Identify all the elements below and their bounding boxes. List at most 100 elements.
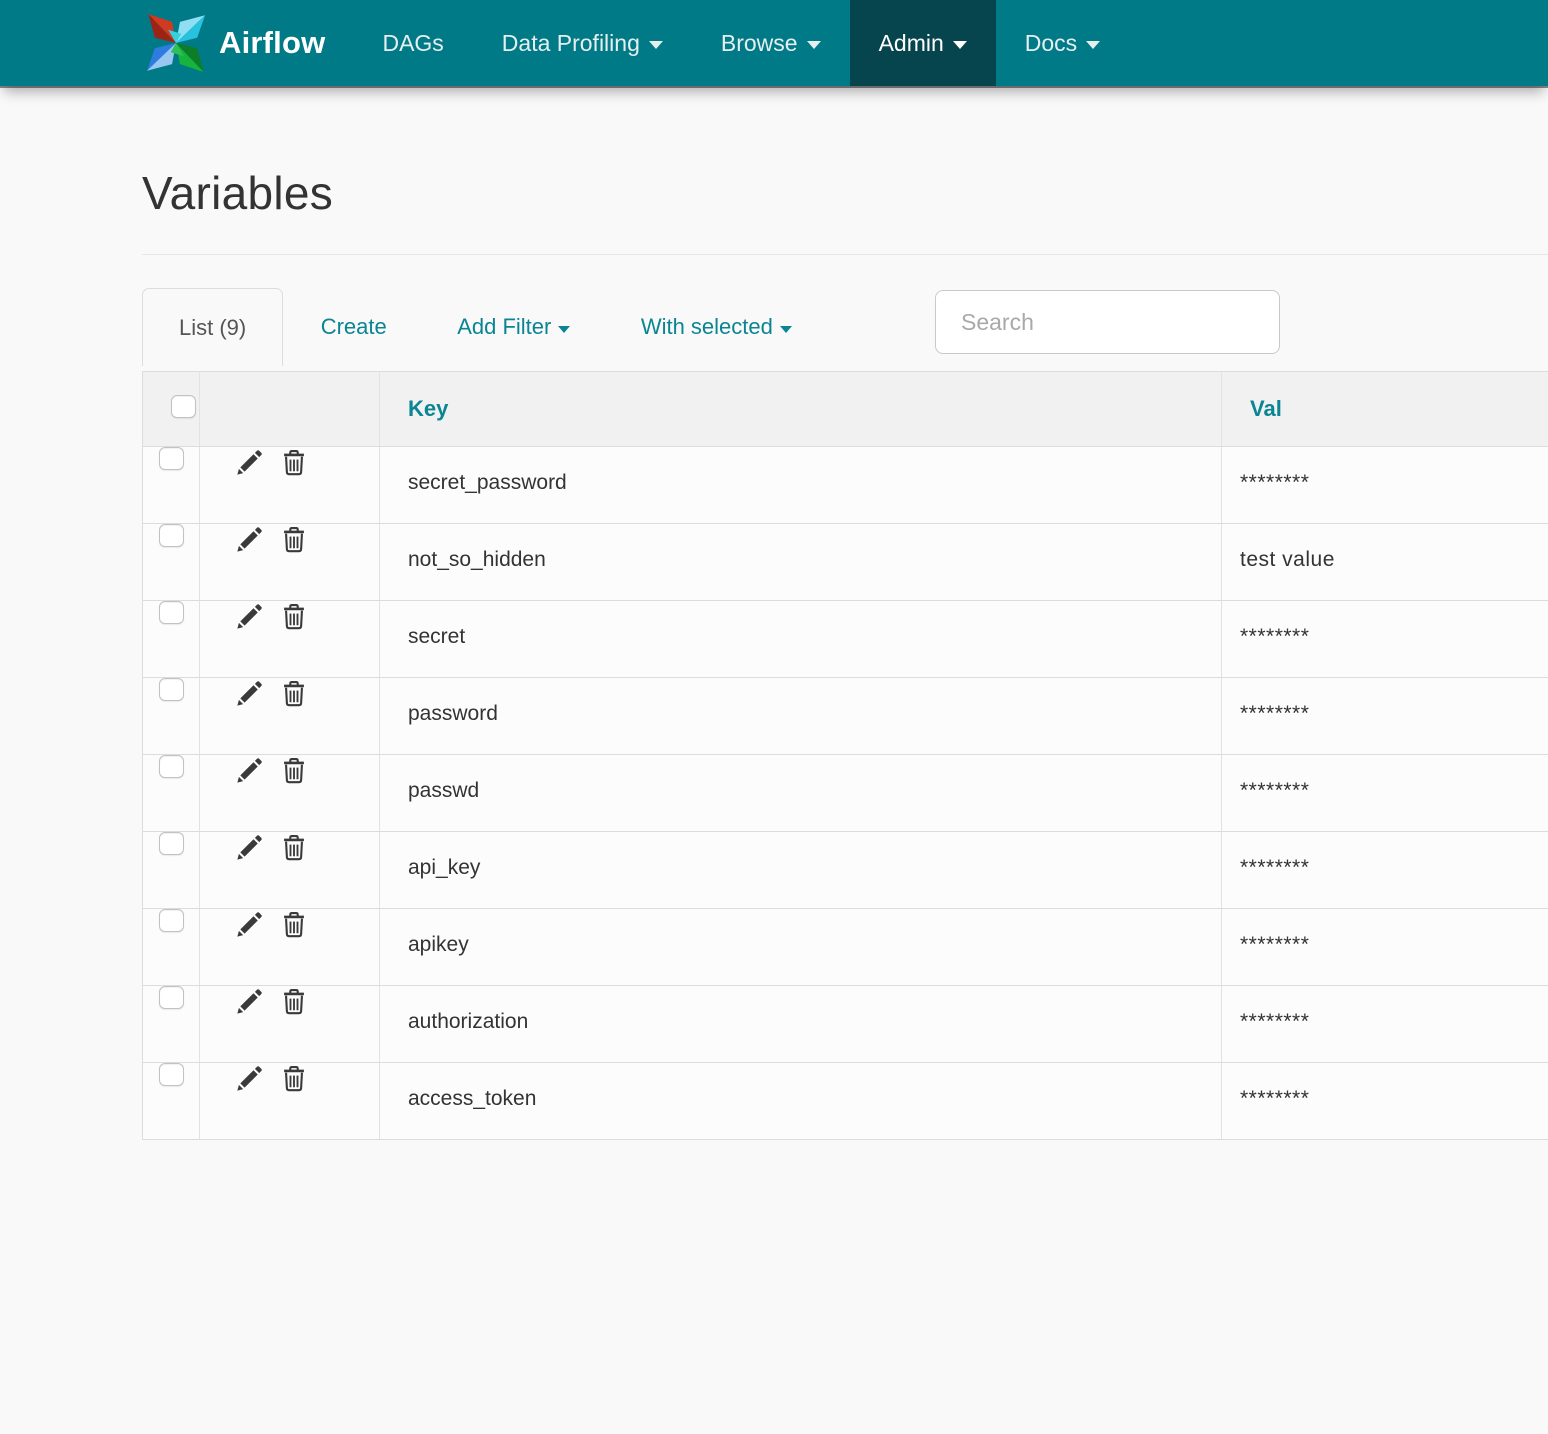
row-actions-cell: [200, 678, 380, 755]
chevron-down-icon: [558, 326, 570, 333]
edit-button[interactable]: [234, 447, 265, 478]
row-select-cell: [143, 909, 200, 986]
delete-button[interactable]: [280, 909, 308, 940]
variable-key: password: [408, 702, 498, 725]
edit-button[interactable]: [234, 909, 265, 940]
top-navbar: Airflow DAGs Data Profiling Browse Admin…: [0, 0, 1548, 86]
variable-key-cell: not_so_hidden: [380, 524, 1222, 601]
search-input[interactable]: [935, 290, 1280, 354]
pencil-icon: [234, 601, 265, 632]
row-select-cell: [143, 524, 200, 601]
row-checkbox[interactable]: [159, 524, 184, 547]
trash-icon: [280, 909, 308, 940]
create-label: Create: [321, 314, 387, 340]
chevron-down-icon: [649, 41, 663, 49]
edit-button[interactable]: [234, 524, 265, 555]
table-row: passwd ********: [143, 755, 1548, 832]
nav-item-data-profiling[interactable]: Data Profiling: [473, 0, 692, 86]
variable-val-cell: ********: [1222, 832, 1548, 909]
delete-button[interactable]: [280, 986, 308, 1017]
variable-key: authorization: [408, 1010, 528, 1033]
edit-button[interactable]: [234, 1063, 265, 1094]
row-actions-cell: [200, 909, 380, 986]
row-select-cell: [143, 832, 200, 909]
chevron-down-icon: [780, 326, 792, 333]
nav-item-browse[interactable]: Browse: [692, 0, 850, 86]
pencil-icon: [234, 1063, 265, 1094]
row-checkbox[interactable]: [159, 601, 184, 624]
row-checkbox[interactable]: [159, 678, 184, 701]
row-actions-cell: [200, 1063, 380, 1140]
page-content: Variables List (9) Create Add Filter Wit…: [0, 166, 1548, 1140]
table-row: secret ********: [143, 601, 1548, 678]
variable-val: ********: [1240, 856, 1309, 879]
row-actions-cell: [200, 755, 380, 832]
variable-val-cell: ********: [1222, 909, 1548, 986]
trash-icon: [280, 1063, 308, 1094]
nav-item-admin[interactable]: Admin: [850, 0, 996, 86]
row-actions-cell: [200, 986, 380, 1063]
row-select-cell: [143, 678, 200, 755]
edit-button[interactable]: [234, 832, 265, 863]
row-checkbox[interactable]: [159, 1063, 184, 1086]
delete-button[interactable]: [280, 832, 308, 863]
delete-button[interactable]: [280, 601, 308, 632]
variable-val: ********: [1240, 471, 1309, 494]
trash-icon: [280, 524, 308, 555]
trash-icon: [280, 832, 308, 863]
brand-name: Airflow: [219, 25, 325, 61]
pencil-icon: [234, 832, 265, 863]
table-row: access_token ********: [143, 1063, 1548, 1140]
edit-button[interactable]: [234, 601, 265, 632]
header-val[interactable]: Val: [1222, 372, 1548, 447]
airflow-brand[interactable]: Airflow: [143, 0, 325, 86]
variable-val-cell: ********: [1222, 1063, 1548, 1140]
variable-val-cell: ********: [1222, 601, 1548, 678]
edit-button[interactable]: [234, 755, 265, 786]
select-all-checkbox[interactable]: [171, 395, 196, 418]
trash-icon: [280, 986, 308, 1017]
variable-val-cell: ********: [1222, 755, 1548, 832]
row-checkbox[interactable]: [159, 447, 184, 470]
variable-val: ********: [1240, 1010, 1309, 1033]
tab-list[interactable]: List (9): [142, 288, 283, 366]
row-checkbox[interactable]: [159, 755, 184, 778]
delete-button[interactable]: [280, 755, 308, 786]
add-filter-dropdown[interactable]: Add Filter: [424, 288, 603, 366]
variable-key: apikey: [408, 933, 469, 956]
with-selected-dropdown[interactable]: With selected: [608, 288, 825, 366]
nav-label: Data Profiling: [502, 30, 640, 57]
row-actions-cell: [200, 524, 380, 601]
delete-button[interactable]: [280, 447, 308, 478]
nav-item-dags[interactable]: DAGs: [353, 0, 472, 86]
chevron-down-icon: [1086, 41, 1100, 49]
row-checkbox[interactable]: [159, 909, 184, 932]
variable-val: ********: [1240, 933, 1309, 956]
pencil-icon: [234, 909, 265, 940]
edit-button[interactable]: [234, 678, 265, 709]
variable-key-cell: access_token: [380, 1063, 1222, 1140]
pencil-icon: [234, 524, 265, 555]
variable-val-cell: ********: [1222, 986, 1548, 1063]
variable-key: passwd: [408, 779, 479, 802]
val-column-label: Val: [1250, 396, 1282, 421]
variable-key-cell: api_key: [380, 832, 1222, 909]
airflow-pinwheel-logo-icon: [143, 8, 209, 78]
tab-list-label: List (9): [179, 315, 246, 341]
variable-key-cell: authorization: [380, 986, 1222, 1063]
header-key[interactable]: Key: [380, 372, 1222, 447]
row-checkbox[interactable]: [159, 986, 184, 1009]
table-row: password ********: [143, 678, 1548, 755]
variable-val: test value: [1240, 548, 1335, 571]
edit-button[interactable]: [234, 986, 265, 1017]
row-checkbox[interactable]: [159, 832, 184, 855]
delete-button[interactable]: [280, 1063, 308, 1094]
delete-button[interactable]: [280, 524, 308, 555]
row-select-cell: [143, 1063, 200, 1140]
trash-icon: [280, 447, 308, 478]
trash-icon: [280, 678, 308, 709]
delete-button[interactable]: [280, 678, 308, 709]
variable-key-cell: apikey: [380, 909, 1222, 986]
create-button[interactable]: Create: [288, 288, 420, 366]
nav-item-docs[interactable]: Docs: [996, 0, 1129, 86]
